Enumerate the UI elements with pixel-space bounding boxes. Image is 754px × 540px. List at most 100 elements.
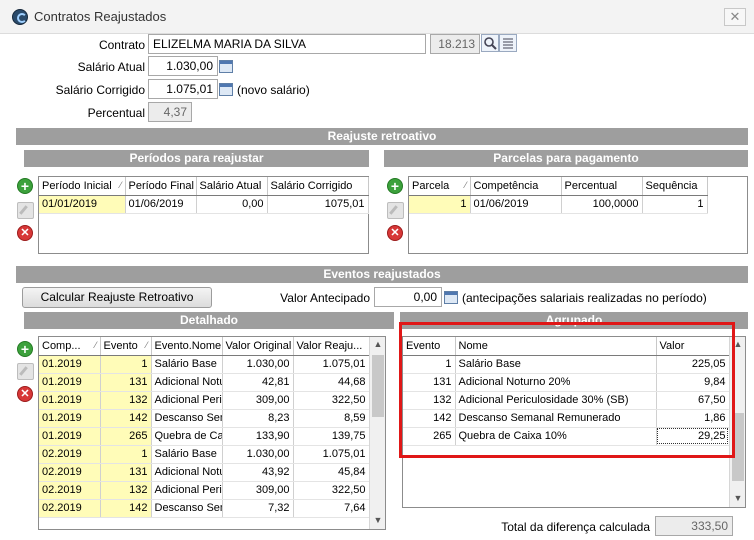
cell[interactable]: Quebra de Cai — [151, 427, 223, 446]
cell[interactable]: 01.2019 — [39, 355, 101, 374]
salario-corrigido-field[interactable]: 1.075,01 — [148, 79, 218, 99]
cell[interactable]: 139,75 — [293, 427, 370, 446]
salario-atual-field[interactable]: 1.030,00 — [148, 56, 218, 76]
delete-parcela-button[interactable]: ✕ — [387, 225, 403, 241]
scroll-up-icon[interactable]: ▲ — [370, 339, 385, 349]
column-header[interactable]: Evento ⁄ — [100, 337, 152, 356]
column-header[interactable]: Percentual — [561, 177, 643, 196]
column-header[interactable]: Evento.Nome — [151, 337, 223, 356]
cell[interactable]: 132 — [100, 391, 152, 410]
add-parcela-button[interactable]: + — [387, 178, 403, 194]
cell[interactable]: Salário Base — [151, 355, 223, 374]
cell[interactable]: 01/06/2019 — [125, 195, 197, 214]
calculator-icon[interactable] — [444, 291, 458, 304]
valor-antecipado-field[interactable]: 0,00 — [374, 287, 442, 307]
cell[interactable]: 01/06/2019 — [470, 195, 562, 214]
cell[interactable]: 43,92 — [222, 463, 294, 482]
cell[interactable]: 1.030,00 — [222, 445, 294, 464]
cell[interactable]: 265 — [100, 427, 152, 446]
contrato-name-field[interactable]: ELIZELMA MARIA DA SILVA — [148, 34, 426, 54]
cell[interactable]: 131 — [100, 463, 152, 482]
scroll-down-icon[interactable]: ▼ — [730, 493, 745, 503]
cell[interactable]: 02.2019 — [39, 445, 101, 464]
cell[interactable]: 1.030,00 — [222, 355, 294, 374]
table-row[interactable]: 01.2019 132 Adicional Peric 309,00 322,50 — [39, 391, 370, 410]
close-button[interactable]: ✕ — [724, 8, 746, 26]
column-header[interactable]: Período Final — [125, 177, 197, 196]
cell[interactable]: 1 — [409, 195, 471, 214]
column-header[interactable]: Valor Original — [222, 337, 294, 356]
cell[interactable]: 322,50 — [293, 391, 370, 410]
column-header[interactable]: Sequência — [642, 177, 708, 196]
cell[interactable]: 42,81 — [222, 373, 294, 392]
calcular-reajuste-button[interactable]: Calcular Reajuste Retroativo — [22, 287, 212, 308]
edit-periodo-button[interactable] — [17, 202, 34, 219]
column-header[interactable]: Salário Atual — [196, 177, 268, 196]
cell[interactable]: Descanso Sem — [151, 409, 223, 428]
cell[interactable]: 01.2019 — [39, 391, 101, 410]
cell[interactable]: Descanso Sem — [151, 499, 223, 518]
cell[interactable]: 1 — [642, 195, 708, 214]
cell[interactable]: 142 — [100, 499, 152, 518]
cell[interactable]: 142 — [100, 409, 152, 428]
cell[interactable]: 132 — [100, 481, 152, 500]
table-row[interactable]: 02.2019 1 Salário Base 1.030,00 1.075,01 — [39, 445, 370, 464]
scroll-thumb[interactable] — [372, 355, 384, 417]
cell[interactable]: Adicional Notu — [151, 463, 223, 482]
cell[interactable]: 322,50 — [293, 481, 370, 500]
delete-periodo-button[interactable]: ✕ — [17, 225, 33, 241]
cell[interactable]: 0,00 — [196, 195, 268, 214]
table-row[interactable]: 01.2019 131 Adicional Notu 42,81 44,68 — [39, 373, 370, 392]
cell[interactable]: 1.075,01 — [293, 445, 370, 464]
table-row[interactable]: 01.2019 1 Salário Base 1.030,00 1.075,01 — [39, 355, 370, 374]
cell[interactable]: 7,32 — [222, 499, 294, 518]
edit-evento-button[interactable] — [17, 363, 34, 380]
cell[interactable]: Adicional Notu — [151, 373, 223, 392]
table-row[interactable]: 01/01/2019 01/06/2019 0,00 1075,01 — [39, 195, 369, 214]
cell[interactable]: 8,59 — [293, 409, 370, 428]
column-header[interactable]: Competência — [470, 177, 562, 196]
column-header[interactable]: Comp... ⁄ — [39, 337, 101, 356]
cell[interactable]: 131 — [100, 373, 152, 392]
add-periodo-button[interactable]: + — [17, 178, 33, 194]
column-header[interactable]: Parcela ⁄ — [409, 177, 471, 196]
search-icon[interactable] — [481, 34, 499, 52]
table-row[interactable]: 1 01/06/2019 100,0000 1 — [409, 195, 708, 214]
table-row[interactable]: 02.2019 142 Descanso Sem 7,32 7,64 — [39, 499, 370, 518]
cell[interactable]: 01.2019 — [39, 427, 101, 446]
table-row[interactable]: 01.2019 265 Quebra de Cai 133,90 139,75 — [39, 427, 370, 446]
scroll-down-icon[interactable]: ▼ — [370, 515, 385, 525]
cell[interactable]: Salário Base — [151, 445, 223, 464]
edit-parcela-button[interactable] — [387, 202, 404, 219]
table-row[interactable]: 02.2019 132 Adicional Peric 309,00 322,50 — [39, 481, 370, 500]
delete-evento-button[interactable]: ✕ — [17, 386, 33, 402]
cell[interactable]: 45,84 — [293, 463, 370, 482]
cell[interactable]: 1.075,01 — [293, 355, 370, 374]
cell[interactable]: 02.2019 — [39, 481, 101, 500]
cell[interactable]: 1 — [100, 355, 152, 374]
cell[interactable]: 01.2019 — [39, 409, 101, 428]
calculator-icon[interactable] — [219, 60, 233, 73]
add-evento-button[interactable]: + — [17, 341, 33, 357]
cell[interactable]: Adicional Peric — [151, 391, 223, 410]
cell[interactable]: 01/01/2019 — [39, 195, 126, 214]
cell[interactable]: 309,00 — [222, 391, 294, 410]
cell[interactable]: 100,0000 — [561, 195, 643, 214]
column-header[interactable]: Valor Reaju... — [293, 337, 370, 356]
list-icon[interactable] — [499, 34, 517, 52]
detalhado-scrollbar[interactable]: ▲ ▼ — [369, 337, 385, 529]
cell[interactable]: 02.2019 — [39, 463, 101, 482]
cell[interactable]: 02.2019 — [39, 499, 101, 518]
table-row[interactable]: 01.2019 142 Descanso Sem 8,23 8,59 — [39, 409, 370, 428]
cell[interactable]: 309,00 — [222, 481, 294, 500]
cell[interactable]: 7,64 — [293, 499, 370, 518]
cell[interactable]: 1075,01 — [267, 195, 369, 214]
cell[interactable]: 01.2019 — [39, 373, 101, 392]
cell[interactable]: 1 — [100, 445, 152, 464]
table-row[interactable]: 02.2019 131 Adicional Notu 43,92 45,84 — [39, 463, 370, 482]
calculator-icon[interactable] — [219, 83, 233, 96]
cell[interactable]: 133,90 — [222, 427, 294, 446]
column-header[interactable]: Salário Corrigido — [267, 177, 369, 196]
cell[interactable]: 8,23 — [222, 409, 294, 428]
column-header[interactable]: Período Inicial ⁄ — [39, 177, 126, 196]
